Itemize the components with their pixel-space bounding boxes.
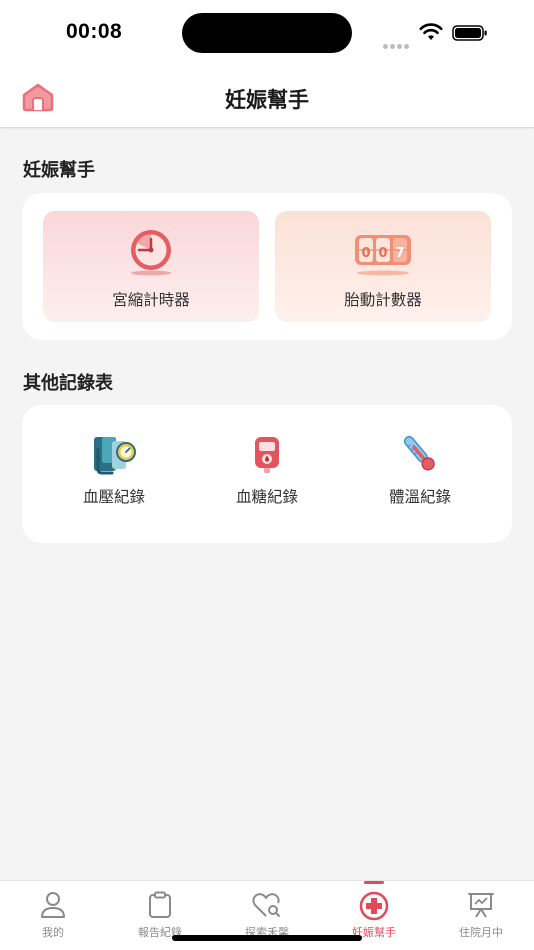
- svg-text:0: 0: [378, 246, 387, 261]
- status-time: 00:08: [66, 20, 123, 43]
- tab-hospital-stay[interactable]: 住院月中: [428, 881, 534, 950]
- section-title-tools: 妊娠幫手: [23, 160, 95, 181]
- fetal-movement-counter-icon: 0 0 7: [355, 235, 411, 276]
- cellular-signal-icon: [383, 34, 411, 53]
- heart-search-icon: [252, 893, 280, 917]
- blood-pressure-icon: [94, 437, 136, 475]
- page-title: 妊娠幫手: [225, 88, 309, 112]
- navigation-bar: 妊娠幫手: [0, 64, 534, 128]
- contraction-timer-button[interactable]: 宮縮計時器: [43, 211, 259, 322]
- tools-card: 宮縮計時器 0 0 7 胎動計數器: [22, 193, 512, 340]
- blood-pressure-record-button[interactable]: 血壓紀錄: [44, 435, 184, 507]
- contraction-timer-icon: [131, 230, 171, 276]
- blood-pressure-record-label: 血壓紀錄: [82, 488, 145, 506]
- tab-hospital-stay-label: 住院月中: [459, 926, 503, 939]
- dynamic-island: [182, 13, 352, 53]
- blood-glucose-meter-icon: [255, 437, 279, 473]
- person-icon: [41, 892, 65, 918]
- tab-my[interactable]: 我的: [0, 881, 106, 950]
- records-card: 血壓紀錄 血糖紀錄 體溫紀錄: [22, 405, 512, 543]
- blood-glucose-record-label: 血糖紀錄: [235, 488, 298, 506]
- fetal-movement-counter-label: 胎動計數器: [344, 291, 422, 309]
- thermometer-icon: [403, 436, 435, 471]
- presentation-board-icon: [468, 893, 494, 918]
- home-indicator: [172, 935, 362, 941]
- clipboard-icon: [149, 891, 171, 918]
- contraction-timer-label: 宮縮計時器: [112, 291, 190, 309]
- body-temperature-record-label: 體溫紀錄: [388, 488, 451, 506]
- section-title-records: 其他記錄表: [23, 373, 113, 394]
- blood-glucose-record-button[interactable]: 血糖紀錄: [197, 435, 337, 507]
- medical-cross-icon: [359, 891, 389, 921]
- battery-icon: [452, 25, 487, 41]
- tab-my-label: 我的: [42, 926, 64, 939]
- status-bar: 00:08: [0, 0, 534, 64]
- body-temperature-record-button[interactable]: 體溫紀錄: [350, 435, 490, 507]
- fetal-movement-counter-button[interactable]: 0 0 7 胎動計數器: [275, 211, 491, 322]
- svg-text:7: 7: [395, 246, 404, 261]
- wifi-icon: [419, 23, 443, 40]
- active-tab-indicator: [364, 881, 384, 884]
- svg-text:0: 0: [361, 246, 370, 261]
